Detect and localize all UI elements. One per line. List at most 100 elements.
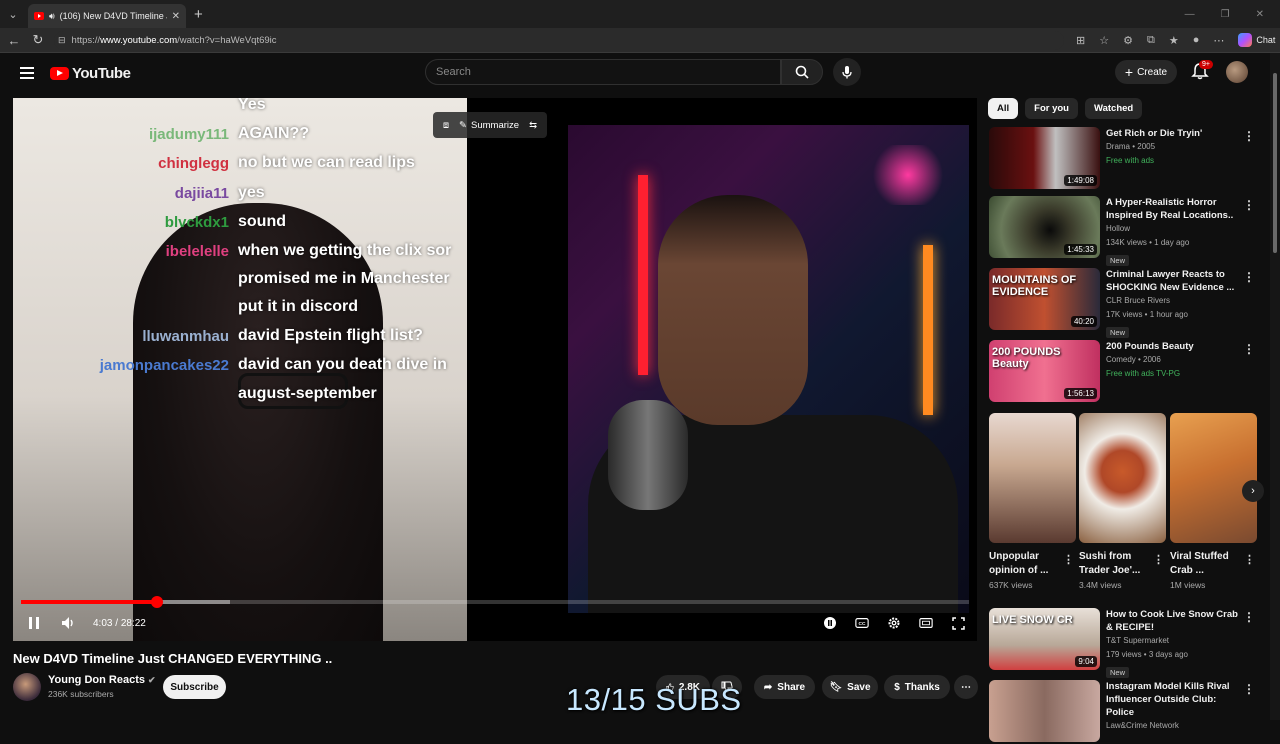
translate-icon[interactable]: ⇆ [529, 120, 537, 131]
short-title[interactable]: Unpopular opinion of ... [989, 550, 1059, 578]
video-thumbnail[interactable]: 1:49:08 [989, 127, 1100, 189]
short-title[interactable]: Sushi from Trader Joe'... [1079, 550, 1149, 578]
short-title[interactable]: Viral Stuffed Crab ... [1170, 550, 1240, 578]
captions-button[interactable]: CC [855, 616, 869, 630]
recommended-video[interactable]: 1:49:08 Get Rich or Die Tryin' Drama • 200… [989, 127, 1261, 191]
channel-avatar[interactable] [13, 673, 41, 701]
extensions-icon[interactable]: ⚙ [1123, 34, 1133, 47]
recommended-video[interactable]: Instagram Model Kills Rival Influencer O… [989, 680, 1261, 744]
video-thumbnail[interactable]: 200 POUNDS Beauty 1:56:13 [989, 340, 1100, 402]
search-button[interactable] [781, 59, 823, 85]
recommended-video[interactable]: MOUNTAINS OF EVIDENCE 40:20 Criminal Lawye… [989, 268, 1261, 338]
subscribe-button[interactable]: Subscribe [163, 675, 226, 699]
profile-icon[interactable]: ● [1193, 34, 1200, 46]
more-options-icon[interactable]: ⋮ [1243, 682, 1255, 696]
more-actions-button[interactable]: ⋯ [954, 675, 978, 699]
short-item[interactable]: Unpopular opinion of ... 637K views ⋮ [989, 413, 1076, 590]
browser-tab[interactable]: 🔊︎ (106) New D4VD Timeline Just CHANGED … [28, 4, 186, 28]
filter-chip[interactable]: All [988, 98, 1019, 119]
close-tab-icon[interactable]: ✕ [172, 11, 180, 22]
site-info-icon[interactable]: ⊟ [58, 35, 66, 46]
short-item[interactable]: Viral Stuffed Crab ... 1M views ⋮ [1170, 413, 1257, 590]
channel-name[interactable]: Young Don Reacts ✔ [48, 674, 156, 686]
create-button[interactable]: + Create [1115, 60, 1177, 84]
filter-chip[interactable]: Watched [1084, 98, 1143, 119]
svg-text:CC: CC [859, 621, 866, 627]
hamburger-menu-icon[interactable] [20, 67, 34, 79]
scrollbar-thumb[interactable] [1273, 73, 1277, 253]
notification-badge: 9+ [1199, 60, 1213, 69]
split-screen-icon[interactable]: ⧉ [1147, 34, 1155, 47]
close-window-icon[interactable]: ✕ [1256, 9, 1264, 20]
settings-button[interactable] [887, 616, 901, 630]
duration-badge: 9:04 [1075, 656, 1097, 667]
duration-badge: 1:49:08 [1064, 175, 1097, 186]
video-thumbnail[interactable]: 1:45:33 [989, 196, 1100, 258]
video-thumbnail[interactable]: LIVE SNOW CR 9:04 [989, 608, 1100, 670]
video-thumbnail[interactable]: MOUNTAINS OF EVIDENCE 40:20 [989, 268, 1100, 330]
video-title[interactable]: 200 Pounds Beauty [1106, 340, 1246, 353]
short-thumbnail[interactable] [1079, 413, 1166, 543]
video-meta-secondary: 17K views • 1 hour ago [1106, 310, 1188, 319]
recommended-video[interactable]: LIVE SNOW CR 9:04 How to Cook Live Snow Cr… [989, 608, 1261, 678]
more-options-icon[interactable]: ⋮ [1243, 198, 1255, 212]
youtube-logo[interactable]: YouTube [50, 65, 131, 82]
progress-bar[interactable] [21, 596, 969, 608]
video-title[interactable]: Instagram Model Kills Rival Influencer O… [1106, 680, 1246, 719]
video-meta: Drama • 2005 [1106, 142, 1156, 151]
fullscreen-button[interactable] [951, 616, 965, 630]
favorites-icon[interactable]: ★ [1169, 34, 1179, 47]
recommended-video[interactable]: 1:45:33 A Hyper-Realistic Horror Inspired… [989, 196, 1261, 266]
subscriber-count: 236K subscribers [48, 689, 114, 699]
new-tab-icon[interactable]: + [194, 6, 203, 23]
more-options-icon[interactable]: ⋮ [1153, 553, 1164, 566]
theater-icon [919, 618, 933, 628]
volume-button[interactable] [61, 617, 75, 629]
video-title[interactable]: A Hyper-Realistic Horror Inspired By Rea… [1106, 196, 1246, 222]
save-button[interactable]: 🔖︎ Save [822, 675, 878, 699]
tab-list-icon[interactable]: ⌄ [2, 3, 24, 25]
summarize-button[interactable]: ✎ Summarize [459, 120, 519, 131]
voice-search-button[interactable] [833, 58, 861, 86]
favorite-star-icon[interactable]: ☆ [1099, 34, 1109, 47]
maximize-icon[interactable]: ❐ [1221, 9, 1230, 20]
miniplayer-icon[interactable]: ⧈ [443, 120, 449, 131]
pause-button[interactable] [27, 617, 41, 629]
url-text: https://www.youtube.com/watch?v=haWeVqt6… [71, 34, 277, 46]
page-scrollbar[interactable] [1270, 53, 1280, 720]
video-meta: Hollow [1106, 224, 1131, 233]
thanks-button[interactable]: $ Thanks [884, 675, 950, 699]
more-options-icon[interactable]: ⋮ [1243, 270, 1255, 284]
menu-dots-icon[interactable]: ⋯ [1213, 34, 1224, 47]
short-item[interactable]: Sushi from Trader Joe'... 3.4M views ⋮ [1079, 413, 1166, 590]
video-thumbnail[interactable] [989, 680, 1100, 742]
video-title[interactable]: Get Rich or Die Tryin' [1106, 127, 1246, 140]
video-meta: T&T Supermarket [1106, 636, 1169, 645]
recommended-video[interactable]: 200 POUNDS Beauty 1:56:13 200 Pounds Beaut… [989, 340, 1261, 404]
shelf-next-button[interactable]: › [1242, 480, 1264, 502]
more-options-icon[interactable]: ⋮ [1243, 129, 1255, 143]
back-icon[interactable]: ← [2, 33, 26, 48]
theater-mode-button[interactable] [919, 616, 933, 630]
short-thumbnail[interactable] [1170, 413, 1257, 543]
video-title[interactable]: Criminal Lawyer Reacts to SHOCKING New E… [1106, 268, 1246, 294]
reload-icon[interactable]: ↻ [26, 32, 50, 48]
more-options-icon[interactable]: ⋮ [1243, 610, 1255, 624]
more-options-icon[interactable]: ⋮ [1244, 553, 1255, 566]
search-input[interactable]: Search [425, 59, 781, 85]
video-title[interactable]: How to Cook Live Snow Crab & RECIPE! [1106, 608, 1246, 634]
filter-chip[interactable]: For you [1025, 98, 1078, 119]
autoplay-toggle[interactable] [823, 616, 837, 630]
speaker-icon[interactable]: 🔊︎ [49, 11, 55, 22]
app-icon[interactable]: ⊞ [1076, 34, 1085, 47]
progress-scrubber[interactable] [150, 596, 163, 608]
video-player[interactable]: Yes ijadumy111 AGAIN?? chinglegg no but we c… [13, 98, 977, 641]
more-options-icon[interactable]: ⋮ [1243, 342, 1255, 356]
short-thumbnail[interactable] [989, 413, 1076, 543]
minimize-icon[interactable]: — [1185, 9, 1195, 20]
more-options-icon[interactable]: ⋮ [1063, 553, 1074, 566]
share-button[interactable]: ➦ Share [754, 675, 815, 699]
account-avatar[interactable] [1226, 61, 1248, 83]
url-bar[interactable]: ⊟ https://www.youtube.com/watch?v=haWeVq… [54, 30, 1064, 50]
copilot-button[interactable]: Chat [1238, 33, 1275, 47]
